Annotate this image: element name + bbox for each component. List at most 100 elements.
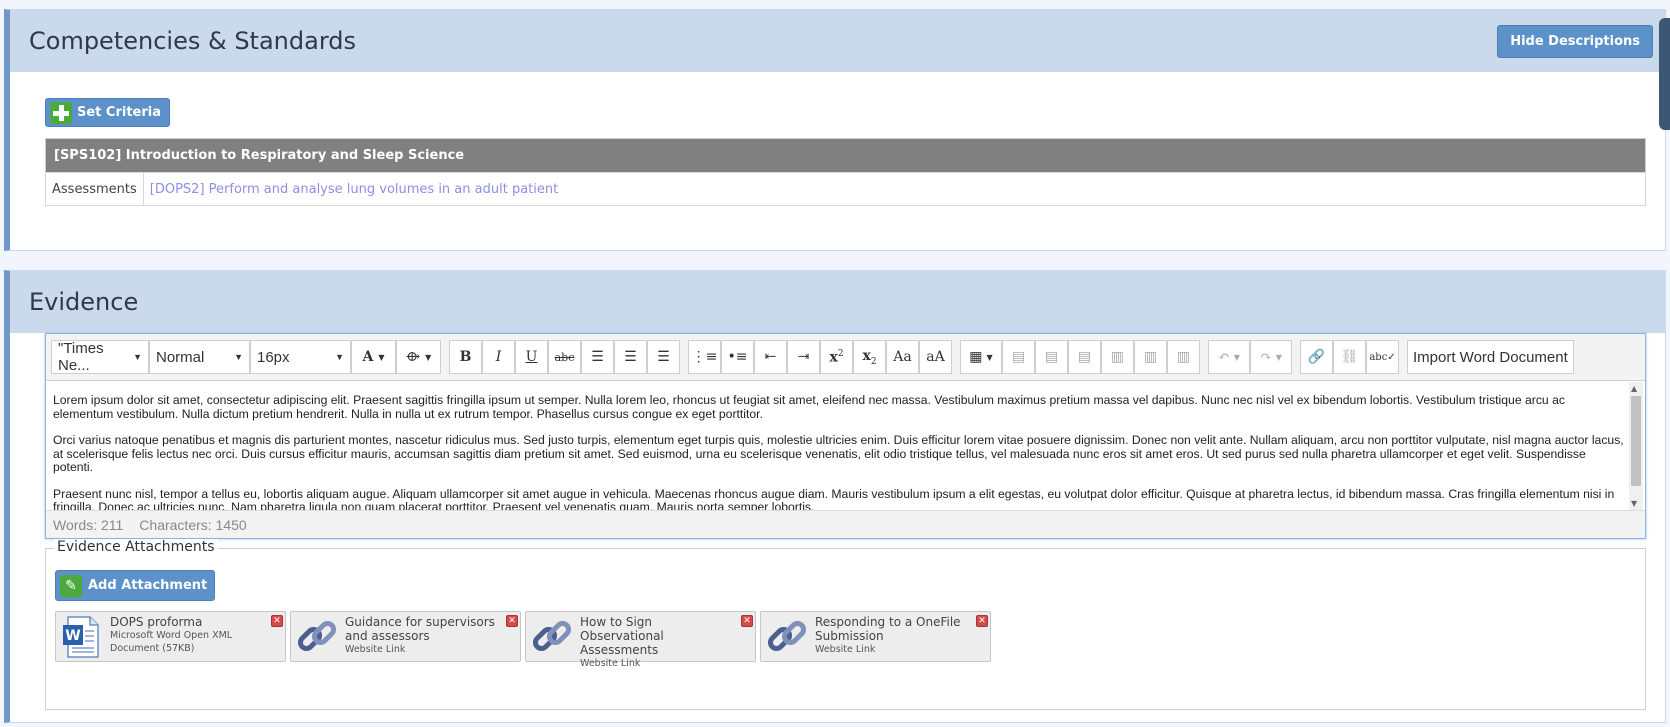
align-left-button[interactable]: ☰ xyxy=(581,340,614,374)
add-attachment-button[interactable]: ✎ Add Attachment xyxy=(55,570,216,601)
font-size-select[interactable]: 16px ▼ xyxy=(250,340,351,374)
paint-bucket-icon: ⟴ xyxy=(405,349,421,365)
table-insert-row-before-button[interactable]: ▤ xyxy=(1002,340,1035,374)
paragraph: Lorem ipsum dolor sit amet, consectetur … xyxy=(53,393,1565,421)
attachment-card[interactable]: Responding to a OneFile Submission Websi… xyxy=(760,611,991,662)
side-feedback-tab[interactable] xyxy=(1659,18,1670,130)
subscript-button[interactable]: x2 xyxy=(853,340,886,374)
table-row-icon: ▤ xyxy=(1044,349,1059,365)
undo-icon: ↶ xyxy=(1218,349,1230,365)
spellcheck-button[interactable]: abc✓ xyxy=(1366,340,1399,374)
table-delete-col-button[interactable]: ▥ xyxy=(1167,340,1200,374)
change-case-icon: Aa xyxy=(893,349,912,365)
align-right-button[interactable]: ☰ xyxy=(647,340,680,374)
italic-icon: I xyxy=(495,349,502,365)
align-right-icon: ☰ xyxy=(657,349,670,365)
remove-attachment-icon[interactable]: ✕ xyxy=(976,615,988,627)
scroll-up-icon[interactable]: ▲ xyxy=(1631,384,1637,393)
insert-link-button[interactable]: 🔗 xyxy=(1300,340,1333,374)
evidence-panel: Evidence "Times Ne... ▼ Normal ▼ 16px ▼ A ▼ … xyxy=(4,270,1666,723)
paperclip-icon: ✎ xyxy=(60,574,82,597)
indent-icon: ⇥ xyxy=(797,349,810,365)
svg-text:W: W xyxy=(65,628,80,644)
competencies-header: Competencies & Standards Hide Descriptio… xyxy=(10,10,1665,72)
assessments-label: Assessments xyxy=(45,172,144,206)
indent-button[interactable]: ⇥ xyxy=(787,340,820,374)
set-criteria-label: Set Criteria xyxy=(77,105,161,120)
character-count: Characters: 1450 xyxy=(139,516,247,533)
highlight-color-button[interactable]: ⟴ ▼ xyxy=(396,340,441,374)
table-row-icon: ▤ xyxy=(1077,349,1092,365)
remove-attachment-icon[interactable]: ✕ xyxy=(506,615,518,627)
font-family-select[interactable]: "Times Ne... ▼ xyxy=(51,340,149,374)
strikethrough-button[interactable]: abc xyxy=(548,340,581,374)
attachment-meta: Microsoft Word Open XML Document (57KB) xyxy=(110,630,233,654)
chevron-down-icon: ▼ xyxy=(335,352,344,362)
attachment-title: DOPS proforma xyxy=(110,615,203,629)
attachment-meta: Website Link xyxy=(815,644,876,655)
font-color-button[interactable]: A ▼ xyxy=(351,340,396,374)
format-select[interactable]: Normal ▼ xyxy=(149,340,250,374)
assessment-link[interactable]: [DOPS2] Perform and analyse lung volumes… xyxy=(150,182,558,197)
table-column-icon: ▥ xyxy=(1176,349,1191,365)
scroll-down-icon[interactable]: ▼ xyxy=(1631,499,1637,508)
format-value: Normal xyxy=(156,348,205,366)
table-row: Assessments [DOPS2] Perform and analyse … xyxy=(45,172,1647,206)
attachment-meta: Website Link xyxy=(345,644,406,655)
italic-button[interactable]: I xyxy=(482,340,515,374)
link-icon xyxy=(297,620,337,652)
attachment-card[interactable]: Guidance for supervisors and assessors W… xyxy=(290,611,521,662)
table-button[interactable]: ▦ ▼ xyxy=(960,340,1002,374)
editor-scrollbar[interactable]: ▲ ▼ xyxy=(1629,382,1643,510)
remove-attachment-icon[interactable]: ✕ xyxy=(741,615,753,627)
link-icon xyxy=(532,620,572,652)
ordered-list-button[interactable]: ⋮≡ xyxy=(688,340,721,374)
bold-button[interactable]: B xyxy=(449,340,482,374)
word-count: Words: 211 xyxy=(53,516,124,533)
remove-attachment-icon[interactable]: ✕ xyxy=(271,615,283,627)
outdent-icon: ⇤ xyxy=(764,349,777,365)
scroll-thumb[interactable] xyxy=(1631,396,1641,486)
add-attachment-label: Add Attachment xyxy=(88,578,208,593)
attachment-title: How to Sign Observational Assessments xyxy=(580,615,664,657)
standard-header: [SPS102] Introduction to Respiratory and… xyxy=(45,138,1646,173)
link-icon xyxy=(767,620,807,652)
underline-button[interactable]: U xyxy=(515,340,548,374)
table-column-icon: ▥ xyxy=(1110,349,1125,365)
link-icon: 🔗 xyxy=(1307,349,1326,365)
competencies-title: Competencies & Standards xyxy=(29,27,356,55)
table-insert-col-before-button[interactable]: ▥ xyxy=(1101,340,1134,374)
rich-text-editor[interactable]: "Times Ne... ▼ Normal ▼ 16px ▼ A ▼ ⟴ ▼ B I U … xyxy=(45,333,1646,539)
strikethrough-icon: abc xyxy=(554,350,575,364)
toggle-case-icon: aA xyxy=(926,349,945,365)
attachment-info: How to Sign Observational Assessments We… xyxy=(580,615,751,669)
align-center-icon: ☰ xyxy=(624,349,637,365)
toggle-case-button[interactable]: aA xyxy=(919,340,952,374)
ordered-list-icon: ⋮≡ xyxy=(691,349,718,365)
bullet-list-icon: •≡ xyxy=(727,349,748,365)
attachment-card[interactable]: How to Sign Observational Assessments We… xyxy=(525,611,756,669)
remove-link-button[interactable]: ⛓ xyxy=(1333,340,1366,374)
table-insert-row-after-button[interactable]: ▤ xyxy=(1035,340,1068,374)
evidence-header: Evidence xyxy=(10,271,1665,333)
attachment-title: Responding to a OneFile Submission xyxy=(815,615,961,643)
hide-descriptions-button[interactable]: Hide Descriptions xyxy=(1497,24,1653,58)
superscript-button[interactable]: x2 xyxy=(820,340,853,374)
paragraph: Orci varius natoque penatibus et magnis … xyxy=(53,433,1624,474)
bullet-list-button[interactable]: •≡ xyxy=(721,340,754,374)
attachment-title: Guidance for supervisors and assessors xyxy=(345,615,495,643)
editor-content[interactable]: Lorem ipsum dolor sit amet, consectetur … xyxy=(46,382,1633,510)
undo-button[interactable]: ↶ ▼ xyxy=(1208,340,1250,374)
outdent-button[interactable]: ⇤ xyxy=(754,340,787,374)
attachment-card[interactable]: W DOPS proforma Microsoft Word Open XML … xyxy=(55,611,286,662)
align-center-button[interactable]: ☰ xyxy=(614,340,647,374)
set-criteria-button[interactable]: Set Criteria xyxy=(45,98,170,127)
redo-button[interactable]: ↷ ▼ xyxy=(1250,340,1292,374)
change-case-button[interactable]: Aa xyxy=(886,340,919,374)
table-icon: ▦ xyxy=(969,349,983,365)
table-delete-row-button[interactable]: ▤ xyxy=(1068,340,1101,374)
table-insert-col-after-button[interactable]: ▥ xyxy=(1134,340,1167,374)
table-column-icon: ▥ xyxy=(1143,349,1158,365)
import-word-button[interactable]: Import Word Document xyxy=(1407,340,1574,374)
font-size-value: 16px xyxy=(257,348,290,366)
